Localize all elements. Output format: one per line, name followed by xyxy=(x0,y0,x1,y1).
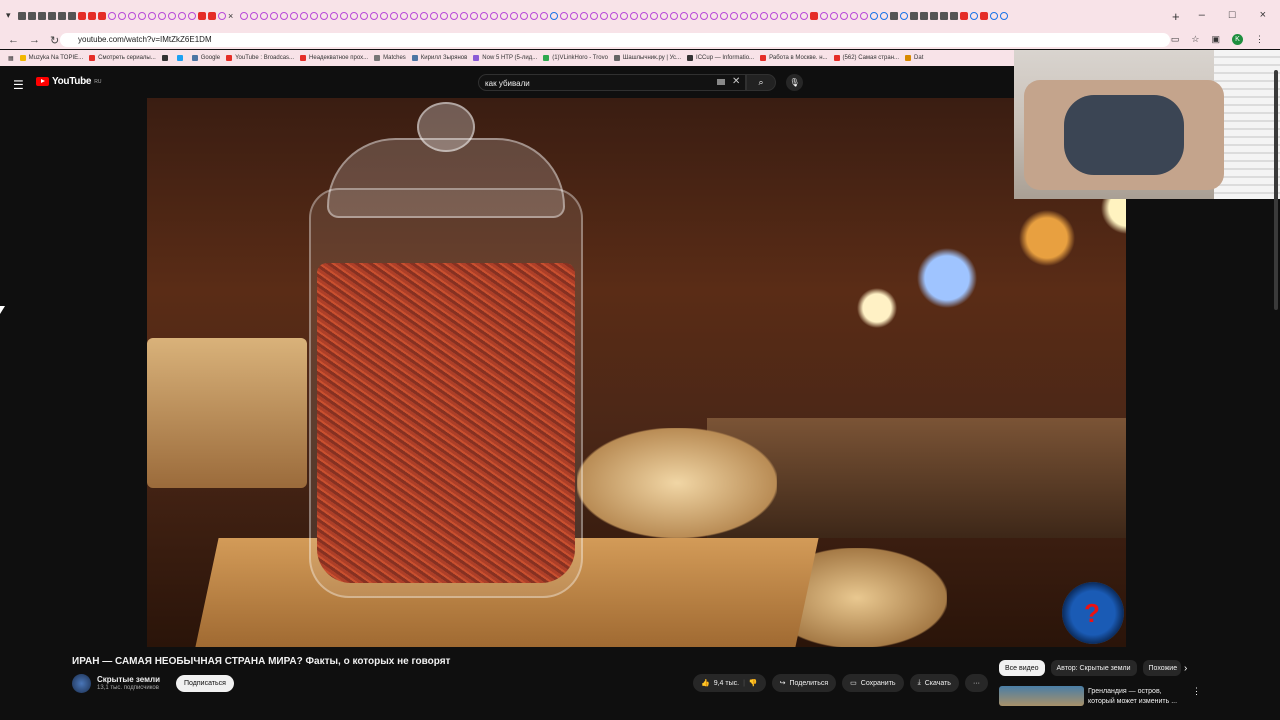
bookmark-item[interactable]: Matches xyxy=(374,55,406,61)
bookmark-item[interactable]: Смотреть сериалы... xyxy=(89,55,156,61)
channel-name[interactable]: Скрытые земли xyxy=(97,675,160,684)
tab-list[interactable]: × xyxy=(18,12,1008,24)
toolbar-icons: ▭ ☆ ▣ K ⋮ xyxy=(1171,34,1264,45)
channel-avatar[interactable] xyxy=(72,674,91,693)
bookmark-item[interactable] xyxy=(161,55,171,61)
chip-similar[interactable]: Похожие xyxy=(1142,660,1181,676)
cast-icon[interactable]: ▭ xyxy=(1171,34,1180,45)
clear-search-icon[interactable]: ✕ xyxy=(732,76,740,87)
download-label: Скачать xyxy=(924,679,951,687)
keyboard-icon[interactable] xyxy=(717,79,725,85)
like-dislike-group: 👍 9,4 тыс. | 👎 xyxy=(693,674,766,692)
back-icon[interactable]: ← xyxy=(8,34,19,47)
subscribe-button[interactable]: Подписаться xyxy=(176,675,234,692)
recommendation-menu-icon[interactable]: ⋮ xyxy=(1192,686,1201,697)
bookmark-item[interactable]: ICCup — Informatio... xyxy=(687,55,754,61)
apps-grid-icon[interactable]: ▦ xyxy=(8,55,14,62)
profile-avatar[interactable]: K xyxy=(1232,34,1243,45)
subscriber-count: 13,1 тыс. подписчиков xyxy=(97,685,159,691)
tab-close-icon[interactable]: × xyxy=(228,12,238,21)
like-icon[interactable]: 👍 xyxy=(701,679,710,687)
chevron-right-icon[interactable]: › xyxy=(1184,663,1187,674)
microphone-icon[interactable]: 🎙 xyxy=(786,74,803,91)
channel-watermark[interactable]: ? xyxy=(1062,582,1124,644)
like-count[interactable]: 9,4 тыс. xyxy=(714,680,739,687)
webcam-blanket xyxy=(1064,95,1184,175)
bookmark-item[interactable]: YouTube : Broadcas... xyxy=(226,55,294,61)
new-tab-button[interactable]: + xyxy=(1172,9,1180,24)
extensions-icon[interactable]: ▣ xyxy=(1211,34,1220,45)
download-icon: ⤓ xyxy=(917,679,921,686)
bookmark-item[interactable]: Google xyxy=(191,55,220,61)
youtube-logo[interactable]: YouTube RU xyxy=(36,76,101,87)
window-controls: – □ × xyxy=(1199,9,1266,21)
chip-by-author[interactable]: Автор: Скрытые земли xyxy=(1050,660,1137,676)
save-icon: ▭ xyxy=(850,680,857,687)
bookmark-item[interactable]: Неадекватное прох... xyxy=(300,55,368,61)
search-button[interactable]: ⌕ xyxy=(746,74,776,91)
webcam-overlay xyxy=(1014,50,1280,199)
page-scrollbar[interactable] xyxy=(1274,70,1278,310)
dislike-icon[interactable]: 👎 xyxy=(749,679,758,687)
share-icon: ↪ xyxy=(779,680,786,687)
more-actions-button[interactable]: ··· xyxy=(964,674,988,692)
related-filter-chips: Все видео Автор: Скрытые земли Похожие xyxy=(999,660,1181,676)
video-title: ИРАН — САМАЯ НЕОБЫЧНАЯ СТРАНА МИРА? Факт… xyxy=(72,656,451,667)
minimize-button[interactable]: – xyxy=(1199,9,1205,21)
share-button[interactable]: ↪ Поделиться xyxy=(771,674,837,692)
video-frame-stall xyxy=(147,338,307,488)
mouse-cursor xyxy=(0,306,5,314)
forward-icon[interactable]: → xyxy=(29,34,40,47)
browser-menu-icon[interactable]: ⋮ xyxy=(1255,34,1264,45)
search-input[interactable]: как убивали xyxy=(478,74,746,91)
maximize-button[interactable]: □ xyxy=(1229,9,1236,21)
video-actions: 👍 9,4 тыс. | 👎 ↪ Поделиться ▭ Сохранить … xyxy=(693,674,988,692)
video-frame-nuts xyxy=(577,428,777,538)
bookmark-item[interactable]: Шашлычник.ру | Ус... xyxy=(613,55,681,61)
chip-all-videos[interactable]: Все видео xyxy=(999,660,1045,676)
url-field[interactable]: youtube.com/watch?v=IMtZkZ6E1DM xyxy=(60,33,1170,47)
save-button[interactable]: ▭ Сохранить xyxy=(842,674,904,692)
download-button[interactable]: ⤓ Скачать xyxy=(909,674,959,692)
nav-buttons: ← → ↻ xyxy=(8,34,59,47)
close-window-button[interactable]: × xyxy=(1260,9,1266,21)
video-frame-jar xyxy=(309,188,583,598)
question-mark-icon: ? xyxy=(1084,598,1100,628)
recommendation-thumbnail[interactable] xyxy=(999,686,1084,706)
video-frame-jar-knob xyxy=(417,102,475,152)
video-player[interactable] xyxy=(147,98,1126,647)
region-code: RU xyxy=(94,78,102,85)
bookmark-item[interactable]: (1)VLinkHoro - Trovo xyxy=(543,55,608,61)
save-label: Сохранить xyxy=(860,679,896,687)
browser-tab-strip: ▾ × + – □ × xyxy=(0,0,1280,32)
bookmark-item[interactable]: Muzyka Na TOPIE... xyxy=(19,55,83,61)
reload-icon[interactable]: ↻ xyxy=(50,34,59,47)
bookmark-item[interactable]: Работа в Москве. н... xyxy=(760,55,828,61)
hamburger-menu-icon[interactable]: ☰ xyxy=(13,78,24,92)
bookmark-star-icon[interactable]: ☆ xyxy=(1191,34,1199,45)
youtube-play-icon xyxy=(36,77,49,86)
bookmark-item[interactable]: Dat xyxy=(905,55,923,61)
bookmark-item[interactable]: (562) Самая стран... xyxy=(833,55,899,61)
bookmark-item[interactable]: Кирилл Зырянов xyxy=(411,55,467,61)
bookmark-item[interactable] xyxy=(176,55,186,61)
youtube-logo-text: YouTube xyxy=(52,76,92,87)
bookmark-item[interactable]: Now 5 HTP (5-лид... xyxy=(473,55,537,61)
recommendation-title[interactable]: Гренландия — остров, который может измен… xyxy=(1088,687,1184,707)
tab-search-icon[interactable]: ▾ xyxy=(6,10,11,21)
share-label: Поделиться xyxy=(789,679,829,687)
